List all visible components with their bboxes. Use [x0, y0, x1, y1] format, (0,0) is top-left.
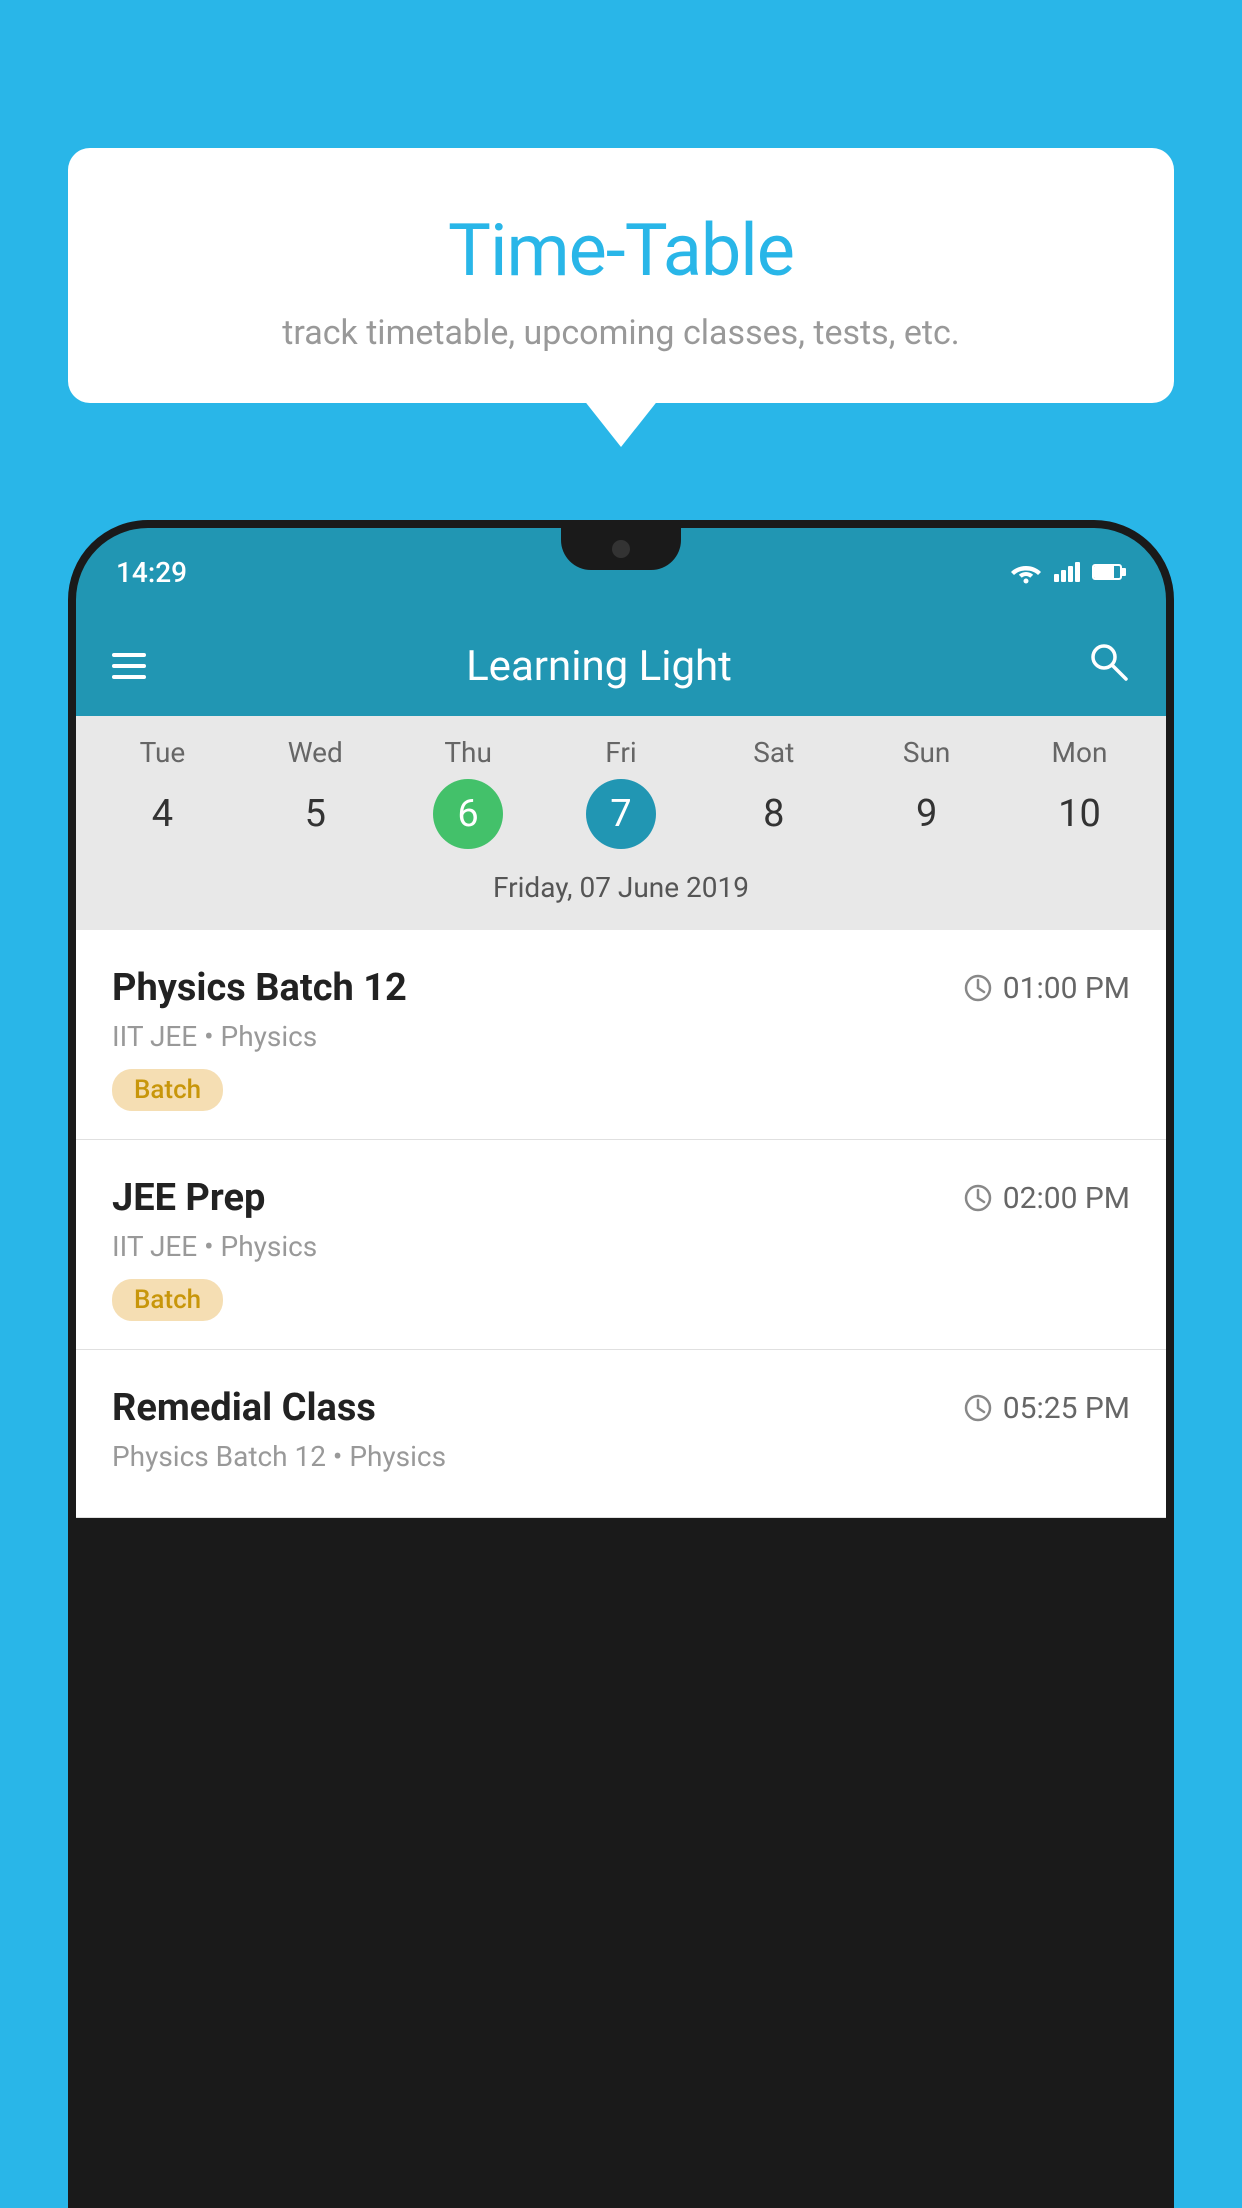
calendar-days-row: Tue 4 Wed 5 Thu 6 Fri 7 Sat 8 Sun 9 — [76, 736, 1166, 849]
day-col-sun[interactable]: Sun 9 — [862, 736, 992, 849]
schedule-item-2-time: 02:00 PM — [963, 1181, 1130, 1216]
app-title: Learning Light — [142, 642, 1056, 691]
status-time: 14:29 — [116, 556, 187, 589]
day-label-sun: Sun — [903, 736, 951, 769]
camera-dot — [612, 540, 630, 558]
schedule-item-2-title: JEE Prep — [112, 1176, 265, 1220]
batch-tag-2: Batch — [112, 1279, 223, 1321]
schedule-item-1-header: Physics Batch 12 01:00 PM — [112, 966, 1130, 1010]
schedule-item-2-sub: IIT JEE • Physics — [112, 1230, 1130, 1263]
day-col-wed[interactable]: Wed 5 — [250, 736, 380, 849]
day-label-sat: Sat — [753, 736, 794, 769]
hamburger-line — [112, 675, 146, 679]
clock-icon-3 — [963, 1393, 993, 1423]
phone-frame: 14:29 — [68, 520, 1174, 2208]
schedule-item-3-time: 05:25 PM — [963, 1391, 1130, 1426]
schedule-item-3-title: Remedial Class — [112, 1386, 376, 1430]
batch-tag-1: Batch — [112, 1069, 223, 1111]
phone-notch — [561, 528, 681, 570]
day-number-sat: 8 — [739, 779, 809, 849]
signal-icon — [1054, 562, 1080, 582]
hamburger-line — [112, 653, 146, 657]
selected-date-label: Friday, 07 June 2019 — [76, 861, 1166, 920]
status-bar: 14:29 — [76, 528, 1166, 616]
battery-icon — [1092, 564, 1126, 580]
schedule-item-2-header: JEE Prep 02:00 PM — [112, 1176, 1130, 1220]
tooltip-card: Time-Table track timetable, upcoming cla… — [68, 148, 1174, 403]
tooltip-subtitle: track timetable, upcoming classes, tests… — [118, 313, 1124, 353]
tooltip-title: Time-Table — [118, 208, 1124, 293]
day-label-tue: Tue — [140, 736, 186, 769]
day-number-thu: 6 — [433, 779, 503, 849]
search-button[interactable] — [1086, 639, 1130, 693]
day-number-sun: 9 — [892, 779, 962, 849]
app-header: Learning Light — [76, 616, 1166, 716]
schedule-item-3-sub: Physics Batch 12 • Physics — [112, 1440, 1130, 1473]
schedule-item-1-title: Physics Batch 12 — [112, 966, 407, 1010]
time-label-3: 05:25 PM — [1003, 1391, 1130, 1426]
clock-icon-1 — [963, 973, 993, 1003]
day-col-fri[interactable]: Fri 7 — [556, 736, 686, 849]
phone-side-button-left — [68, 728, 70, 808]
day-col-mon[interactable]: Mon 10 — [1014, 736, 1144, 849]
time-label-2: 02:00 PM — [1003, 1181, 1130, 1216]
status-icons — [1010, 560, 1126, 584]
schedule-item-1-sub: IIT JEE • Physics — [112, 1020, 1130, 1053]
day-label-wed: Wed — [288, 736, 343, 769]
schedule-item-2[interactable]: JEE Prep 02:00 PM IIT JEE • Physics Batc… — [76, 1140, 1166, 1350]
day-number-tue: 4 — [127, 779, 197, 849]
hamburger-menu-button[interactable] — [112, 653, 146, 679]
time-label-1: 01:00 PM — [1003, 971, 1130, 1006]
day-col-thu[interactable]: Thu 6 — [403, 736, 533, 849]
calendar-section: Tue 4 Wed 5 Thu 6 Fri 7 Sat 8 Sun 9 — [76, 716, 1166, 930]
schedule-item-1-time: 01:00 PM — [963, 971, 1130, 1006]
day-label-thu: Thu — [444, 736, 492, 769]
day-label-mon: Mon — [1052, 736, 1108, 769]
day-number-mon: 10 — [1044, 779, 1114, 849]
phone-side-button-right — [1172, 708, 1174, 768]
wifi-icon — [1010, 560, 1042, 584]
day-number-wed: 5 — [280, 779, 350, 849]
hamburger-line — [112, 664, 146, 668]
schedule-list: Physics Batch 12 01:00 PM IIT JEE • Phys… — [76, 930, 1166, 1518]
clock-icon-2 — [963, 1183, 993, 1213]
schedule-item-3[interactable]: Remedial Class 05:25 PM Physics Batch 12… — [76, 1350, 1166, 1518]
day-label-fri: Fri — [605, 736, 636, 769]
day-col-sat[interactable]: Sat 8 — [709, 736, 839, 849]
schedule-item-1[interactable]: Physics Batch 12 01:00 PM IIT JEE • Phys… — [76, 930, 1166, 1140]
schedule-item-3-header: Remedial Class 05:25 PM — [112, 1386, 1130, 1430]
day-col-tue[interactable]: Tue 4 — [97, 736, 227, 849]
day-number-fri: 7 — [586, 779, 656, 849]
